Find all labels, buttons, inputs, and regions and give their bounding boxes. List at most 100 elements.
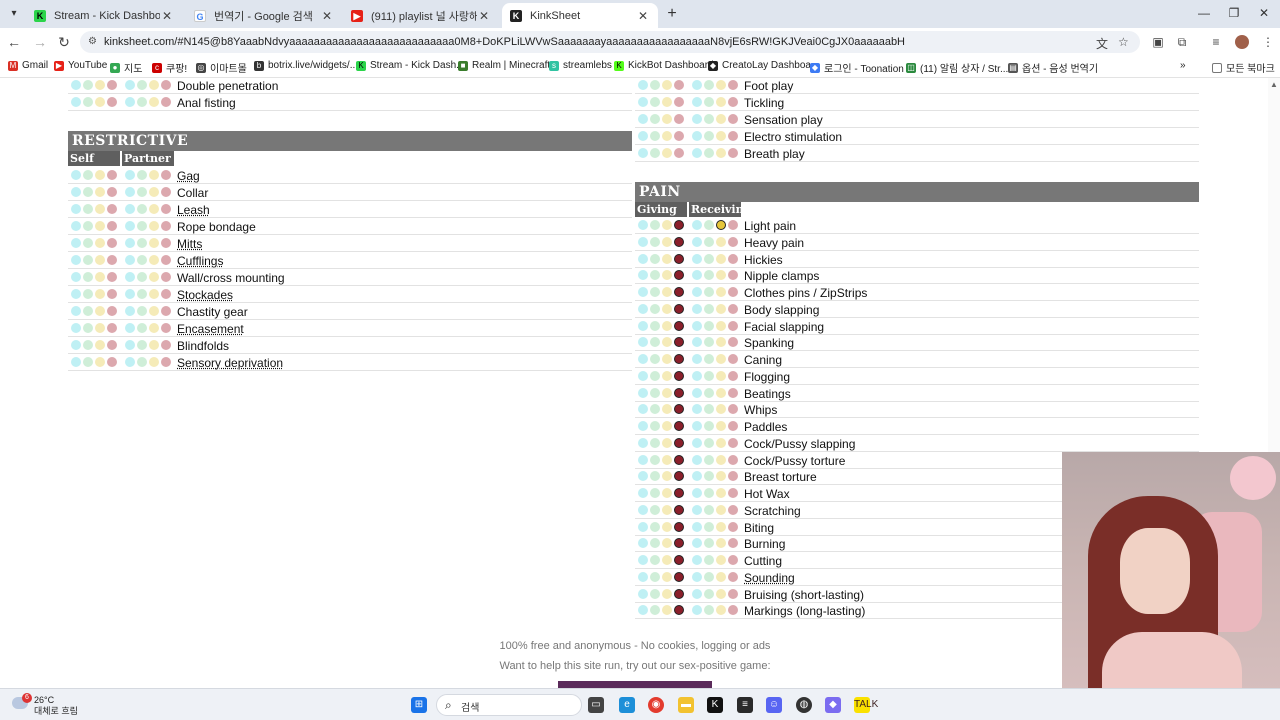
- rating-dot[interactable]: [650, 404, 660, 415]
- rating-dot[interactable]: [716, 270, 726, 281]
- rating-dot[interactable]: [638, 354, 648, 364]
- rating-dot[interactable]: [728, 370, 738, 381]
- rating-dot[interactable]: [161, 306, 171, 316]
- rating-dot[interactable]: [149, 272, 159, 282]
- rating-dot[interactable]: [149, 97, 159, 107]
- rating-dot[interactable]: [716, 303, 726, 314]
- rating-dot[interactable]: [83, 80, 93, 90]
- tab-kick-dashboard[interactable]: K Stream - Kick Dashboard ✕: [26, 3, 182, 28]
- rating-dot[interactable]: [716, 555, 726, 565]
- bookmark-creatolay[interactable]: ◆ CreatoLay Dashboa...: [708, 60, 819, 71]
- restore-icon[interactable]: ❐: [1226, 6, 1242, 20]
- rating-dot[interactable]: [662, 80, 672, 90]
- rating-dot[interactable]: [650, 148, 660, 158]
- app-diamond-icon[interactable]: ◆: [825, 697, 841, 713]
- rating-dot[interactable]: [125, 170, 135, 180]
- rating-dot[interactable]: [95, 221, 105, 231]
- rating-dot[interactable]: [125, 323, 135, 333]
- rating-dot[interactable]: [125, 357, 135, 367]
- rating-dot[interactable]: [662, 404, 672, 415]
- rating-dot[interactable]: [674, 488, 684, 498]
- rating-dot[interactable]: [107, 204, 117, 214]
- rating-dot[interactable]: [125, 80, 135, 90]
- rating-dot[interactable]: [692, 488, 702, 498]
- rating-dot[interactable]: [137, 204, 147, 214]
- rating-dot[interactable]: [704, 131, 714, 141]
- rating-dot[interactable]: [650, 571, 660, 582]
- rating-dot[interactable]: [71, 204, 81, 214]
- rating-dot[interactable]: [674, 387, 684, 398]
- bookmark-emart[interactable]: ◎ 이마트몰: [196, 60, 247, 75]
- rating-dot[interactable]: [692, 236, 702, 247]
- rating-dot[interactable]: [704, 236, 714, 247]
- rating-dot[interactable]: [692, 605, 702, 616]
- rating-dot[interactable]: [137, 340, 147, 350]
- rating-dot[interactable]: [83, 204, 93, 214]
- rating-dot[interactable]: [674, 253, 684, 264]
- rating-dot[interactable]: [692, 504, 702, 515]
- rating-dot[interactable]: [728, 253, 738, 264]
- rating-dot[interactable]: [149, 289, 159, 299]
- rating-dot[interactable]: [149, 221, 159, 231]
- rating-dot[interactable]: [692, 337, 702, 348]
- rating-dot[interactable]: [728, 571, 738, 582]
- rating-dot[interactable]: [728, 471, 738, 482]
- rating-dot[interactable]: [716, 471, 726, 482]
- rating-dot[interactable]: [125, 289, 135, 299]
- rating-dot[interactable]: [716, 97, 726, 107]
- rating-dot[interactable]: [728, 114, 738, 124]
- rating-dot[interactable]: [674, 421, 684, 431]
- rating-dot[interactable]: [716, 404, 726, 415]
- rating-dot[interactable]: [650, 555, 660, 565]
- rating-dot[interactable]: [728, 437, 738, 448]
- rating-dot[interactable]: [704, 437, 714, 448]
- rating-dot[interactable]: [674, 303, 684, 314]
- rating-dot[interactable]: [71, 289, 81, 299]
- rating-dot[interactable]: [650, 454, 660, 465]
- rating-dot[interactable]: [638, 404, 648, 415]
- rating-dot[interactable]: [704, 337, 714, 348]
- rating-dot[interactable]: [650, 538, 660, 549]
- rating-dot[interactable]: [662, 114, 672, 124]
- rating-dot[interactable]: [716, 320, 726, 331]
- rating-dot[interactable]: [662, 236, 672, 247]
- rating-dot[interactable]: [662, 521, 672, 532]
- rating-dot[interactable]: [716, 504, 726, 515]
- site-info-icon[interactable]: ⚙: [88, 36, 97, 47]
- rating-dot[interactable]: [728, 454, 738, 465]
- rating-dot[interactable]: [149, 323, 159, 333]
- rating-dot[interactable]: [662, 471, 672, 482]
- rating-dot[interactable]: [704, 80, 714, 90]
- rating-dot[interactable]: [716, 521, 726, 532]
- rating-dot[interactable]: [674, 605, 684, 616]
- rating-dot[interactable]: [137, 80, 147, 90]
- kink-label[interactable]: Leash: [177, 203, 210, 217]
- rating-dot[interactable]: [71, 238, 81, 248]
- bookmark-youtube[interactable]: ▶ YouTube: [54, 60, 107, 71]
- rating-dot[interactable]: [149, 204, 159, 214]
- extensions-icon[interactable]: ⧉: [1174, 34, 1190, 50]
- bookmark-toonation[interactable]: ◆ 로그인 - Toonation: [810, 60, 904, 75]
- rating-dot[interactable]: [95, 238, 105, 248]
- rating-dot[interactable]: [716, 148, 726, 158]
- kink-label[interactable]: Encasement: [177, 322, 244, 336]
- edge-icon[interactable]: e: [619, 697, 635, 713]
- obs-icon[interactable]: ◍: [796, 697, 812, 713]
- rating-dot[interactable]: [716, 488, 726, 498]
- rating-dot[interactable]: [728, 421, 738, 431]
- rating-dot[interactable]: [149, 238, 159, 248]
- rating-dot[interactable]: [125, 306, 135, 316]
- discord-icon[interactable]: ☺: [766, 697, 782, 713]
- rating-dot[interactable]: [692, 114, 702, 124]
- rating-dot[interactable]: [650, 236, 660, 247]
- forward-icon[interactable]: →: [32, 34, 48, 50]
- rating-dot[interactable]: [107, 255, 117, 265]
- rating-dot[interactable]: [638, 320, 648, 331]
- rating-dot[interactable]: [638, 571, 648, 582]
- rating-dot[interactable]: [674, 404, 684, 415]
- close-icon[interactable]: ✕: [320, 9, 334, 23]
- rating-dot[interactable]: [662, 148, 672, 158]
- rating-dot[interactable]: [638, 236, 648, 247]
- rating-dot[interactable]: [161, 80, 171, 90]
- back-icon[interactable]: ←: [6, 34, 22, 50]
